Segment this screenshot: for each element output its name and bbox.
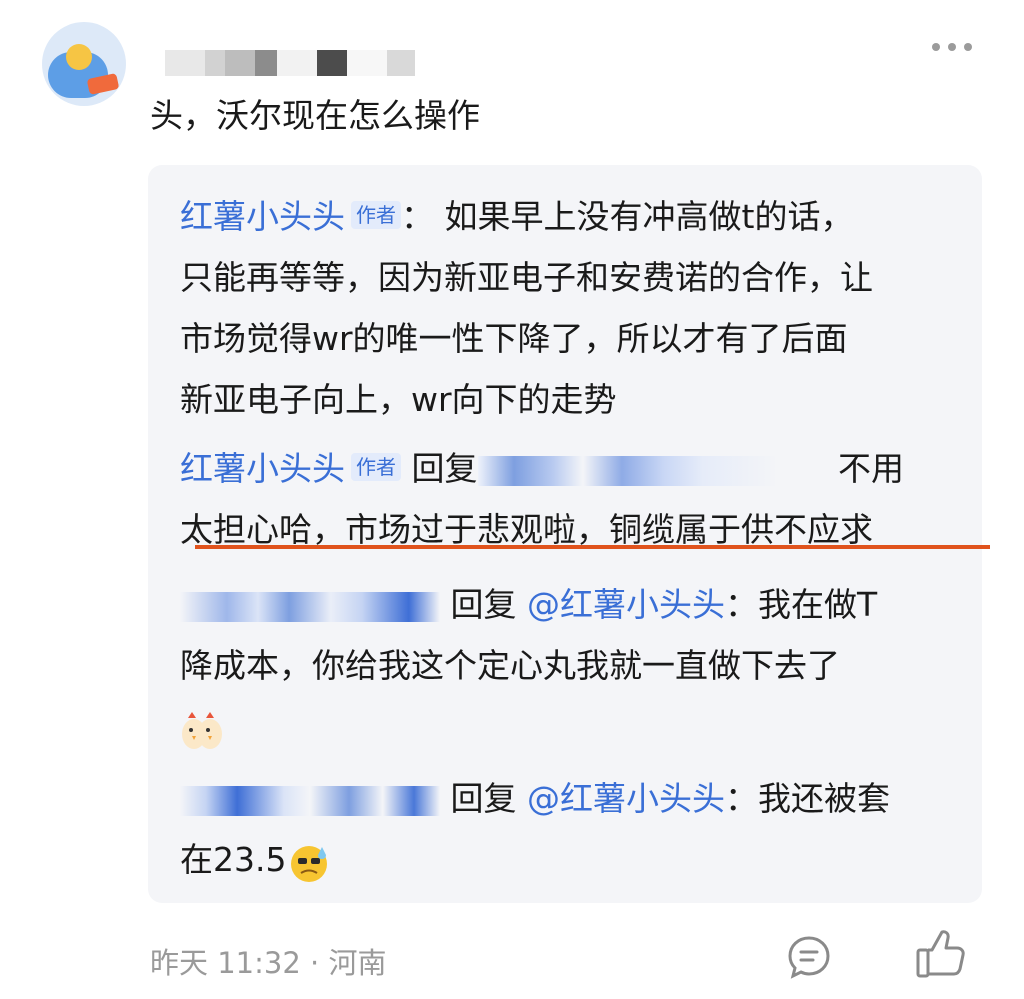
- reply-text: 我在做T: [758, 585, 878, 624]
- separator: ：: [725, 585, 758, 624]
- reply-1[interactable]: 红薯小头头 作者： 如果早上没有冲高做t的话， 只能再等等，因为新亚电子和安费诺的…: [180, 186, 970, 430]
- reply-4[interactable]: 回复 @红薯小头头：我还被套 在23.5: [180, 768, 970, 890]
- reply-text-line: 在23.5: [180, 840, 287, 879]
- reply-text-line: 降成本，你给我这个定心丸我就一直做下去了: [180, 646, 840, 685]
- reply-text-line: 只能再等等，因为新亚电子和安费诺的合作，让: [180, 258, 873, 297]
- comment-timestamp-location: 昨天 11:32 · 河南: [150, 946, 387, 980]
- blurred-username: [180, 591, 440, 622]
- reply-prefix: 回复: [450, 585, 517, 624]
- comment-text: 头，沃尔现在怎么操作: [150, 96, 480, 135]
- separator: ：: [401, 197, 434, 236]
- reply-text-line: 市场觉得wr的唯一性下降了，所以才有了后面: [180, 319, 848, 358]
- reply-icon[interactable]: [786, 934, 832, 980]
- reply-author[interactable]: 红薯小头头: [180, 449, 345, 488]
- reply-text-line: 新亚电子向上，wr向下的走势: [180, 380, 617, 419]
- highlight-underline: [195, 545, 990, 549]
- author-tag: 作者: [351, 201, 401, 229]
- reply-text: 我还被套: [758, 779, 890, 818]
- mention-link[interactable]: @红薯小头头: [527, 779, 725, 818]
- separator: ：: [725, 779, 758, 818]
- reply-text-line: 如果早上没有冲高做t的话，: [444, 197, 854, 236]
- sweat-face-emoji-icon: [286, 839, 332, 885]
- blurred-username: [180, 785, 440, 816]
- avatar[interactable]: [42, 22, 126, 106]
- author-tag: 作者: [351, 453, 401, 481]
- reply-3[interactable]: 回复 @红薯小头头：我在做T 降成本，你给我这个定心丸我就一直做下去了: [180, 574, 970, 757]
- username-blurred[interactable]: [165, 50, 415, 76]
- reply-prefix: 回复: [450, 779, 517, 818]
- reply-text-line: 太担心哈，市场过于悲观啦，铜缆属于供不应求: [180, 510, 873, 549]
- like-icon[interactable]: [914, 928, 966, 980]
- blurred-username: [477, 455, 778, 486]
- reply-prefix: 回复: [411, 449, 478, 488]
- reply-text: 不用: [838, 449, 904, 488]
- reply-2[interactable]: 红薯小头头 作者 回复 不用 太担心哈，市场过于悲观啦，铜缆属于供不应求: [180, 438, 970, 560]
- more-icon[interactable]: [932, 42, 972, 52]
- chick-emoji-icon: [180, 706, 224, 752]
- reply-author[interactable]: 红薯小头头: [180, 197, 345, 236]
- mention-link[interactable]: @红薯小头头: [527, 585, 725, 624]
